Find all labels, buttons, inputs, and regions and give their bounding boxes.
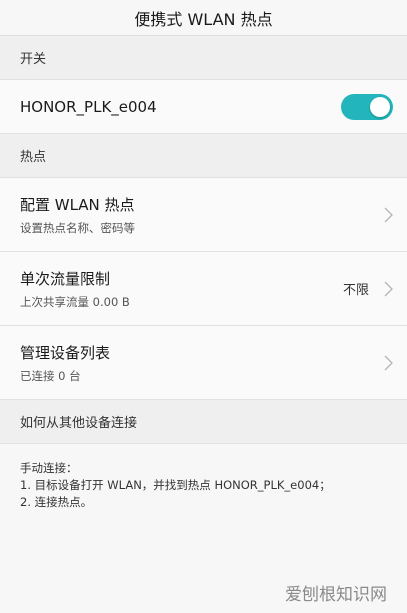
chevron-right-icon [383,355,393,371]
data-limit-item[interactable]: 单次流量限制 上次共享流量 0.00 B 不限 [0,252,407,326]
item-title: 管理设备列表 [20,343,111,362]
instruction-line: 1. 目标设备打开 WLAN，并找到热点 HONOR_PLK_e004； [20,478,331,492]
section-header-hotspot: 热点 [0,134,407,178]
item-title: 配置 WLAN 热点 [20,195,135,214]
page-title: 便携式 WLAN 热点 [0,0,407,36]
section-header-connect: 如何从其他设备连接 [0,400,407,444]
toggle-knob [370,96,390,117]
item-subtitle: 上次共享流量 0.00 B [20,294,130,309]
data-limit-value: 不限 [342,283,369,298]
item-subtitle: 设置热点名称、密码等 [20,220,135,235]
section-title: 如何从其他设备连接 [20,416,138,431]
hotspot-switch-row[interactable]: HONOR_PLK_e004 [0,80,407,134]
manage-devices-item[interactable]: 管理设备列表 已连接 0 台 [0,326,407,400]
section-title: 开关 [20,52,47,67]
page-title-text: 便携式 WLAN 热点 [134,9,273,29]
connect-instructions: 手动连接： 1. 目标设备打开 WLAN，并找到热点 HONOR_PLK_e00… [0,444,407,511]
hotspot-name: HONOR_PLK_e004 [20,97,157,116]
section-header-switch: 开关 [0,36,407,80]
instruction-line: 2. 连接热点。 [20,495,93,509]
instruction-line: 手动连接： [20,461,78,475]
config-wlan-hotspot-item[interactable]: 配置 WLAN 热点 设置热点名称、密码等 [0,178,407,252]
chevron-right-icon [383,281,393,297]
watermark: 爱刨根知识网 [285,585,387,605]
chevron-right-icon [383,207,393,223]
item-subtitle: 已连接 0 台 [20,368,81,383]
section-title: 热点 [20,150,47,165]
item-title: 单次流量限制 [20,269,111,288]
hotspot-toggle[interactable] [341,93,393,120]
